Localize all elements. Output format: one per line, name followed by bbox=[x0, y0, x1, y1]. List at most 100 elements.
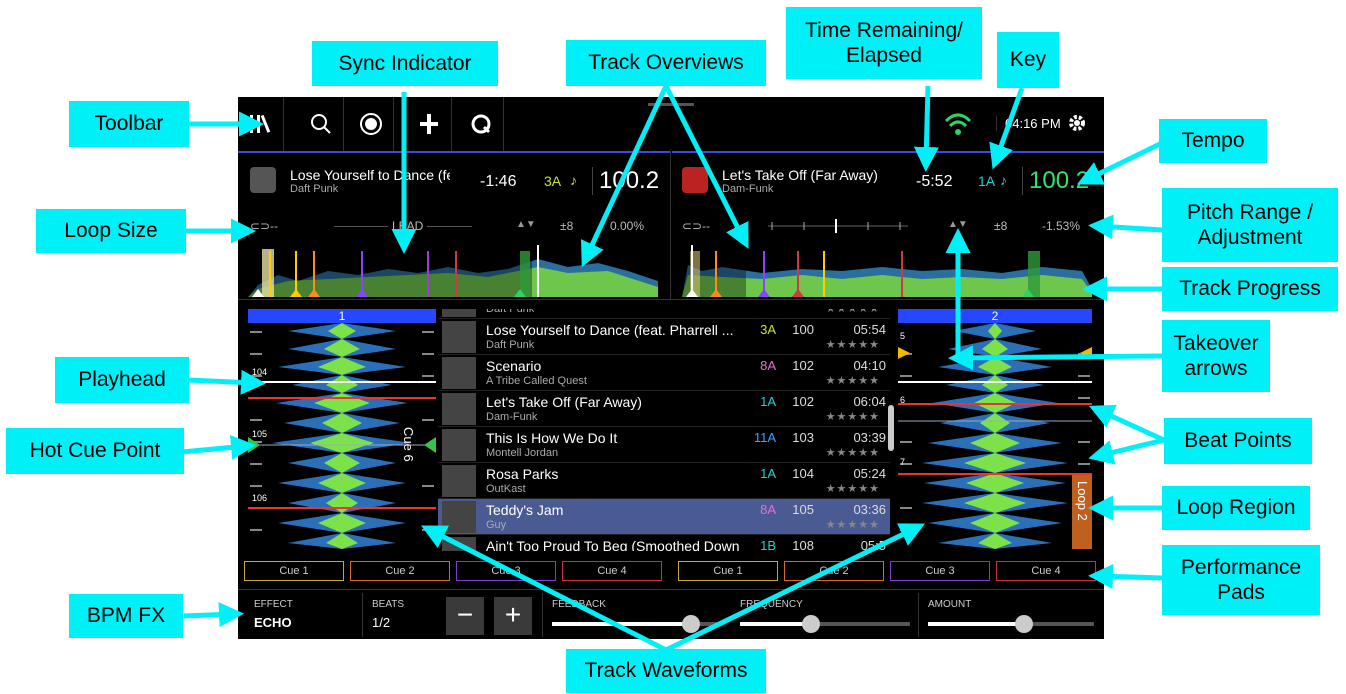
record-icon[interactable] bbox=[348, 97, 394, 151]
album-art bbox=[442, 321, 476, 353]
track-title: Rosa Parks bbox=[486, 466, 559, 482]
performance-pad[interactable]: Cue 1 bbox=[244, 561, 344, 581]
deck2-waveform[interactable]: 2 5 6 7 Loop 2 bbox=[898, 309, 1092, 549]
track-artist: OutKast bbox=[486, 483, 526, 495]
callout-takeover-line1: Takeover bbox=[1173, 331, 1259, 355]
quantize-icon[interactable] bbox=[458, 97, 504, 151]
performance-pad[interactable]: Cue 3 bbox=[456, 561, 556, 581]
library-row[interactable]: Scenario A Tribe Called Quest 8A 102 04:10 ★★… bbox=[438, 355, 890, 391]
track-key: 8A bbox=[760, 502, 776, 517]
library-row[interactable]: Teddy's Jam Guy 8A 105 03:36 ★★★★★ bbox=[438, 499, 890, 535]
album-art bbox=[442, 465, 476, 497]
fx-effect-value[interactable]: ECHO bbox=[254, 615, 292, 630]
deck1-overview[interactable] bbox=[248, 245, 658, 297]
fx-beats-value: 1/2 bbox=[372, 615, 391, 630]
deck-2: Let's Take Off (Far Away) Dam-Funk -5:52… bbox=[672, 151, 1104, 299]
deck2-pitch-range[interactable]: ±8 bbox=[994, 219, 1007, 233]
deck2-artist: Dam-Funk bbox=[722, 183, 774, 195]
fx-beats-increase-button[interactable]: + bbox=[494, 597, 532, 635]
deck2-beat-ruler bbox=[768, 219, 908, 233]
performance-pad[interactable]: Cue 4 bbox=[562, 561, 662, 581]
track-duration: 05:24 bbox=[853, 466, 886, 481]
track-title: Scenario bbox=[486, 358, 542, 374]
album-art bbox=[442, 309, 476, 317]
deck1-time[interactable]: -1:46 bbox=[480, 173, 516, 191]
library-row[interactable]: Lose Yourself to Dance (feat. Pharrell .… bbox=[438, 319, 890, 355]
library-row[interactable]: Let's Take Off (Far Away) Dam-Funk 1A 102 06… bbox=[438, 391, 890, 427]
fx-amount-label: AMOUNT bbox=[928, 599, 972, 610]
library-row[interactable]: Rosa Parks OutKast 1A 104 05:24 ★★★★★ bbox=[438, 463, 890, 499]
gear-icon[interactable] bbox=[1066, 112, 1088, 139]
callout-beat-points: Beat Points bbox=[1164, 418, 1312, 464]
callout-hot-cue-point: Hot Cue Point bbox=[6, 428, 184, 474]
fx-amount-slider[interactable] bbox=[928, 615, 1094, 633]
drag-handle[interactable] bbox=[648, 103, 694, 106]
performance-pad[interactable]: Cue 4 bbox=[996, 561, 1096, 581]
track-title: Lose Yourself to Dance (feat. Pharrell .… bbox=[486, 322, 734, 338]
album-art bbox=[442, 537, 476, 551]
deck2-beat-number: 6 bbox=[900, 395, 906, 405]
deck2-loop-size[interactable]: -- bbox=[702, 219, 710, 233]
library-scrollbar[interactable] bbox=[888, 405, 894, 451]
mixer-icon[interactable] bbox=[406, 97, 452, 151]
fx-divider bbox=[542, 593, 543, 637]
library-row[interactable]: Ain't Too Proud To Beg (Smoothed Down 1B 1… bbox=[438, 535, 890, 551]
track-title: Ain't Too Proud To Beg (Smoothed Down bbox=[486, 538, 740, 551]
callout-tempo: Tempo bbox=[1159, 119, 1267, 163]
callout-toolbar: Toolbar bbox=[69, 101, 189, 147]
fx-beats-label: BEATS bbox=[372, 599, 405, 610]
performance-pad[interactable]: Cue 3 bbox=[890, 561, 990, 581]
track-bpm: 108 bbox=[792, 538, 814, 551]
deck-divider bbox=[670, 151, 671, 299]
deck1-waveform[interactable]: 1 104 105 106 Cue 6 bbox=[248, 309, 436, 549]
callout-time-remaining: Time Remaining/ Elapsed bbox=[786, 7, 982, 79]
library-icon[interactable] bbox=[238, 97, 284, 151]
performance-pad[interactable]: Cue 2 bbox=[350, 561, 450, 581]
callout-takeover-line2: arrows bbox=[1184, 357, 1248, 380]
callout-track-overviews: Track Overviews bbox=[566, 40, 766, 86]
deck2-overview[interactable] bbox=[682, 245, 1092, 297]
track-key: 1A bbox=[760, 394, 776, 409]
deck2-waveform-header: 2 bbox=[898, 309, 1092, 323]
deck1-key-note-icon: ♪ bbox=[570, 172, 577, 188]
fx-divider bbox=[362, 593, 363, 637]
fx-feedback-slider[interactable] bbox=[552, 615, 722, 633]
deck1-loop-size[interactable]: -- bbox=[270, 219, 278, 233]
deck1-waveform-header: 1 bbox=[248, 309, 436, 323]
track-rating: ★★★★★ bbox=[825, 519, 880, 531]
callout-takeover-arrows: Takeover arrows bbox=[1162, 320, 1270, 392]
wifi-icon bbox=[944, 111, 972, 142]
deck1-sync-indicator[interactable]: LEAD bbox=[388, 219, 428, 233]
performance-pad[interactable]: Cue 2 bbox=[784, 561, 884, 581]
track-key: 8A bbox=[760, 358, 776, 373]
track-rating: ★★★★★ bbox=[825, 309, 880, 315]
deck2-loop-region-label: Loop 2 bbox=[1075, 481, 1090, 521]
deck1-hot-cue-label: Cue 6 bbox=[401, 427, 416, 462]
fx-beats-decrease-button[interactable]: − bbox=[446, 597, 484, 635]
track-rating: ★★★★★ bbox=[825, 411, 880, 423]
search-icon[interactable] bbox=[298, 97, 344, 151]
library-row[interactable]: This Is How We Do It Montell Jordan 11A 103… bbox=[438, 427, 890, 463]
performance-pad[interactable]: Cue 1 bbox=[678, 561, 778, 581]
track-artist: Montell Jordan bbox=[486, 447, 559, 459]
album-art bbox=[442, 429, 476, 461]
callout-bpm-fx: BPM FX bbox=[69, 594, 183, 638]
track-bpm: 105 bbox=[792, 502, 814, 517]
track-title: Teddy's Jam bbox=[486, 502, 564, 518]
track-rating: ★★★★★ bbox=[825, 447, 880, 459]
callout-loop-size: Loop Size bbox=[36, 209, 186, 253]
track-key: 11A bbox=[753, 430, 776, 445]
track-artist: Daft Punk bbox=[486, 309, 535, 315]
library-list[interactable]: Daft Punk ★★★★★ Lose Yourself to Dance (fe… bbox=[438, 309, 896, 551]
callout-track-progress: Track Progress bbox=[1162, 267, 1338, 311]
deck2-time[interactable]: -5:52 bbox=[916, 173, 952, 191]
library-row[interactable]: Daft Punk ★★★★★ bbox=[438, 309, 890, 319]
deck1-pitch-range[interactable]: ±8 bbox=[560, 219, 573, 233]
fx-frequency-slider[interactable] bbox=[740, 615, 910, 633]
section-divider bbox=[238, 299, 1104, 300]
deck2-key: 1A bbox=[978, 173, 996, 189]
album-art bbox=[442, 393, 476, 425]
album-art bbox=[442, 501, 476, 533]
deck1-beat-number: 106 bbox=[252, 493, 268, 503]
fx-effect-label: EFFECT bbox=[254, 599, 293, 610]
